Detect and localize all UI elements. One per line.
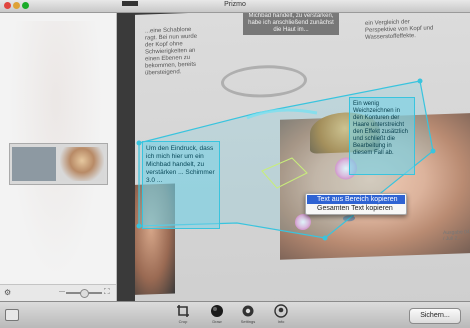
zoom-out-icon[interactable]: — — [59, 289, 65, 295]
settings-label: Settings — [240, 319, 256, 324]
selection-handle — [136, 140, 142, 146]
gear-icon — [242, 305, 254, 317]
zoom-in-icon[interactable]: ⛶ — [104, 287, 110, 297]
thumbnail-left-half — [12, 147, 56, 181]
draw-label: Draw — [212, 319, 222, 324]
draw-button[interactable]: Draw — [206, 304, 228, 326]
crop-button[interactable]: Crop — [172, 304, 194, 326]
selection-handle — [417, 78, 423, 84]
recognized-text-block[interactable]: Um den Eindruck, dass ich mich hier um e… — [142, 141, 220, 229]
info-button[interactable]: Info — [270, 304, 292, 326]
settings-button[interactable]: Settings — [237, 304, 259, 326]
copy-text-from-region-menu-item[interactable]: Text aus Bereich kopieren — [307, 195, 405, 204]
info-label: Info — [277, 319, 285, 324]
context-menu: Text aus Bereich kopieren Gesamten Text … — [305, 193, 407, 215]
save-button[interactable]: Sichern... — [409, 308, 461, 324]
circle-icon — [211, 305, 223, 317]
thumbnail-size-slider-knob[interactable] — [80, 289, 89, 298]
window-title: Prizmo — [224, 1, 246, 8]
selection-handle — [430, 148, 436, 154]
selection-handle — [136, 223, 142, 229]
recognized-text-block[interactable]: Ein wenig Weichzeichnen in den Konturen … — [349, 97, 415, 175]
copy-all-text-menu-item[interactable]: Gesamten Text kopieren — [307, 204, 405, 213]
info-icon — [274, 304, 288, 318]
page-thumbnail[interactable] — [9, 143, 108, 185]
image-canvas[interactable]: ...eine Schablone ragt. Bei nun wurde de… — [117, 13, 470, 301]
thumbnail-right-half — [60, 147, 104, 181]
bottom-toolbar: Crop Draw Settings Info Sichern... — [0, 301, 470, 328]
sidebar: ⚙ — ⛶ — [0, 13, 117, 301]
sidebar-gear-icon[interactable]: ⚙ — [4, 288, 11, 297]
sidebar-bottom-bar: ⚙ — ⛶ — [0, 284, 116, 301]
title-bar: Prizmo — [0, 0, 470, 13]
selection-handle — [322, 235, 328, 241]
crop-label: Crop — [178, 319, 188, 324]
add-image-icon[interactable] — [5, 309, 19, 321]
crop-icon — [177, 305, 189, 317]
